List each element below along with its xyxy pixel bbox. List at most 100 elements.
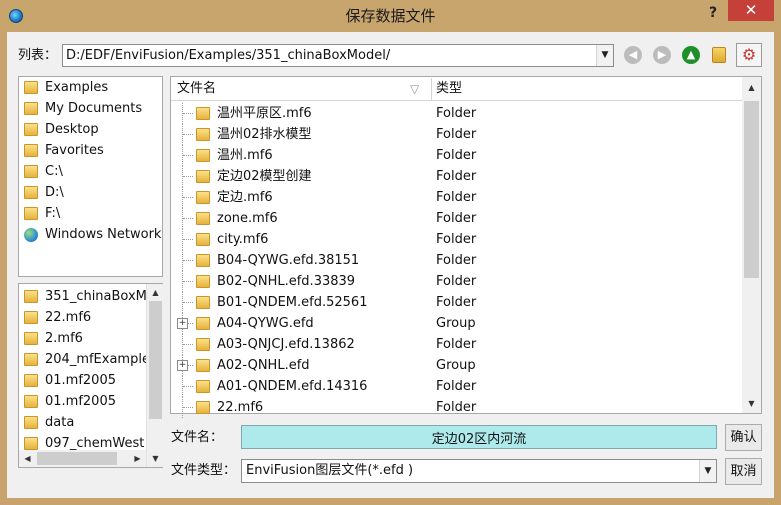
forward-arrow-icon[interactable]: ▶	[653, 46, 671, 64]
folder-icon	[196, 296, 210, 309]
file-name-cell: B04-QYWG.efd.38151	[217, 253, 360, 268]
folder-icon	[196, 401, 210, 414]
file-row[interactable]: 定边.mf6 Folder	[171, 187, 742, 208]
file-row[interactable]: city.mf6 Folder	[171, 229, 742, 250]
place-item-label: Desktop	[45, 122, 99, 137]
folder-icon	[196, 254, 210, 267]
recent-item-label: data	[45, 415, 75, 430]
scroll-right-icon[interactable]: ▶	[129, 450, 146, 467]
scroll-up-icon[interactable]: ▲	[743, 79, 760, 96]
tree-guide-line	[183, 176, 193, 177]
file-row[interactable]: B02-QNHL.efd.33839 Folder	[171, 271, 742, 292]
recent-item-label: 01.mf2005	[45, 394, 116, 409]
sort-indicator-icon: ▽	[410, 82, 420, 96]
file-type-cell: Folder	[436, 295, 477, 310]
recent-item[interactable]: 01.mf2005	[24, 370, 147, 391]
scroll-thumb[interactable]	[149, 301, 162, 419]
place-item-label: My Documents	[45, 101, 143, 116]
file-row[interactable]: 温州.mf6 Folder	[171, 145, 742, 166]
expand-plus-icon[interactable]: +	[177, 360, 188, 371]
recent-item[interactable]: 01.mf2005	[24, 391, 147, 412]
help-button[interactable]: ?	[701, 2, 725, 24]
file-type-cell: Folder	[436, 106, 477, 121]
confirm-button[interactable]: 确认	[725, 424, 762, 451]
gear-icon[interactable]: ⚙	[740, 46, 758, 64]
file-name-cell: A03-QNJCJ.efd.13862	[217, 337, 355, 352]
file-row[interactable]: B01-QNDEM.efd.52561 Folder	[171, 292, 742, 313]
file-row[interactable]: zone.mf6 Folder	[171, 208, 742, 229]
network-icon	[24, 228, 38, 242]
scroll-thumb[interactable]	[37, 452, 117, 465]
folder-icon	[196, 212, 210, 225]
recent-item-label: 2.mf6	[45, 331, 83, 346]
column-header-name[interactable]: 文件名	[177, 79, 216, 99]
file-row[interactable]: B04-QYWG.efd.38151 Folder	[171, 250, 742, 271]
file-type-cell: Folder	[436, 274, 477, 289]
file-row[interactable]: 温州平原区.mf6 Folder	[171, 103, 742, 124]
recent-item[interactable]: data	[24, 412, 147, 433]
recent-item[interactable]: 22.mf6	[24, 307, 147, 328]
file-row[interactable]: + A02-QNHL.efd Group	[171, 355, 742, 376]
tree-guide-line	[183, 281, 193, 282]
up-arrow-icon[interactable]: ▲	[682, 46, 700, 64]
file-name-cell: B01-QNDEM.efd.52561	[217, 295, 368, 310]
file-row[interactable]: 温州02排水模型 Folder	[171, 124, 742, 145]
new-folder-icon[interactable]	[712, 47, 726, 63]
file-type-cell: Folder	[436, 232, 477, 247]
recent-item[interactable]: 2.mf6	[24, 328, 147, 349]
recent-item-label: 22.mf6	[45, 310, 92, 325]
tree-guide-line	[183, 386, 193, 387]
back-arrow-icon[interactable]: ◀	[624, 46, 642, 64]
recent-item[interactable]: 204_mfExampleI	[24, 349, 147, 370]
file-row[interactable]: 定边02模型创建 Folder	[171, 166, 742, 187]
recent-list: 351_chinaBoxMo 22.mf6 2.mf6 204_mfExampleI 0…	[18, 283, 163, 468]
file-row[interactable]: A01-QNDEM.efd.14316 Folder	[171, 376, 742, 397]
scroll-left-icon[interactable]: ◀	[19, 450, 36, 467]
folder-icon	[196, 380, 210, 393]
folder-icon	[24, 123, 38, 136]
chevron-down-icon[interactable]: ▼	[596, 45, 613, 66]
path-value[interactable]: D:/EDF/EnviFusion/Examples/351_chinaBoxM…	[66, 45, 586, 66]
folder-icon	[24, 81, 38, 94]
file-row[interactable]: + A04-QYWG.efd Group	[171, 313, 742, 334]
recent-item-label: 351_chinaBoxMo	[45, 289, 147, 304]
column-header-type[interactable]: 类型	[436, 79, 462, 99]
file-type-cell: Group	[436, 316, 476, 331]
scroll-down-icon[interactable]: ▼	[147, 450, 164, 467]
scroll-thumb[interactable]	[744, 101, 759, 278]
folder-icon	[24, 353, 38, 366]
tree-guide-line	[183, 197, 193, 198]
place-item-label: C:\	[45, 164, 63, 179]
recent-vertical-scrollbar[interactable]: ▲ ▼	[146, 284, 164, 467]
file-row[interactable]: A03-QNJCJ.efd.13862 Folder	[171, 334, 742, 355]
place-item-label: Windows Network	[45, 227, 162, 242]
folder-icon	[196, 107, 210, 120]
scroll-up-icon[interactable]: ▲	[147, 284, 164, 301]
file-name-cell: A04-QYWG.efd	[217, 316, 314, 331]
scroll-down-icon[interactable]: ▼	[743, 395, 760, 412]
column-divider[interactable]	[431, 78, 432, 100]
file-name-cell: 温州02排水模型	[217, 127, 312, 142]
folder-icon	[196, 233, 210, 246]
chevron-down-icon[interactable]: ▼	[699, 460, 716, 482]
expand-plus-icon[interactable]: +	[177, 318, 188, 329]
file-name-cell: 定边.mf6	[217, 190, 273, 205]
folder-icon	[24, 186, 38, 199]
folder-icon	[24, 374, 38, 387]
recent-item[interactable]: 351_chinaBoxMo	[24, 286, 147, 307]
file-row[interactable]: 22.mf6 Folder	[171, 397, 742, 418]
recent-horizontal-scrollbar[interactable]: ◀ ▶	[19, 450, 146, 467]
file-name-cell: 温州平原区.mf6	[217, 106, 312, 121]
tree-guide-line	[183, 134, 193, 135]
file-name-cell: city.mf6	[217, 232, 269, 247]
folder-icon	[196, 170, 210, 183]
folder-icon	[24, 332, 38, 345]
close-button[interactable]: ✕	[728, 0, 774, 21]
filename-label: 文件名：	[171, 430, 224, 445]
folder-icon	[24, 437, 38, 450]
filename-input[interactable]	[241, 425, 717, 449]
file-type-cell: Folder	[436, 127, 477, 142]
place-item-label: Examples	[45, 80, 109, 95]
cancel-button[interactable]: 取消	[725, 458, 762, 485]
filetype-value[interactable]: EnviFusion图层文件(*.efd )	[246, 460, 686, 482]
